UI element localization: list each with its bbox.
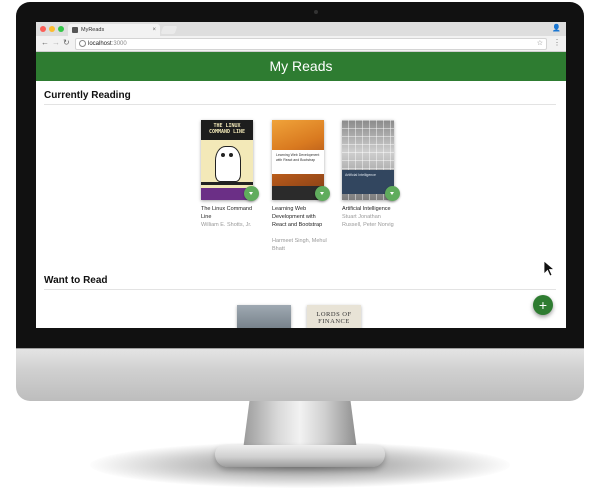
cover-illustration — [215, 146, 241, 182]
tab-close-icon[interactable]: × — [152, 25, 156, 35]
browser-window: MyReads × 👤 ← → ↻ localhost:3000 ☆ ⋮ My … — [36, 22, 566, 328]
reload-icon[interactable]: ↻ — [63, 38, 70, 48]
shelf-changer-button[interactable] — [385, 186, 400, 201]
webcam-icon — [314, 10, 318, 14]
monitor-chin — [16, 348, 584, 401]
tab-title: MyReads — [81, 27, 105, 33]
shelf-title-currently-reading: Currently Reading — [44, 90, 131, 101]
window-minimize-button[interactable] — [49, 26, 55, 32]
profile-icon[interactable]: 👤 — [552, 25, 561, 33]
shelf-divider — [44, 289, 556, 290]
new-tab-button[interactable] — [160, 26, 178, 34]
book-authors: Harmeet Singh, Mehul Bhatt — [272, 238, 327, 252]
info-icon[interactable] — [79, 40, 86, 47]
book-cover[interactable]: LORDS OF FINANCE — [307, 305, 361, 328]
mouse-pointer-icon — [543, 260, 556, 277]
monitor-stand-base — [215, 445, 385, 467]
app-header: My Reads — [36, 52, 566, 81]
page-title: My Reads — [269, 58, 333, 74]
shelf-changer-button[interactable] — [244, 186, 259, 201]
bookmark-star-icon[interactable]: ☆ — [537, 39, 543, 49]
url-host: localhost — [88, 41, 112, 47]
shelf-changer-button[interactable] — [315, 186, 330, 201]
book-title: The Linux Command Line — [201, 206, 253, 220]
cover-band — [201, 182, 253, 185]
book-title: Learning Web Development with React and … — [272, 206, 323, 228]
book-authors: William E. Shotts, Jr. — [201, 222, 252, 228]
url-port: :3000 — [111, 41, 127, 47]
cover-title-text: Learning Web Development with React and … — [276, 153, 320, 162]
cover-title-text: LORDS OF FINANCE — [316, 311, 352, 325]
window-zoom-button[interactable] — [58, 26, 64, 32]
book-cover[interactable] — [237, 305, 291, 328]
cover-title-text: Artificial Intelligence — [345, 173, 376, 177]
add-book-button[interactable]: + — [533, 295, 553, 315]
myreads-page: My Reads Currently Reading THE LINUX COM… — [36, 52, 566, 328]
browser-tab-myreads[interactable]: MyReads × — [68, 24, 160, 36]
address-bar[interactable]: localhost:3000 ☆ — [75, 38, 547, 50]
browser-menu-icon[interactable]: ⋮ — [553, 38, 561, 48]
book-authors: Stuart Jonathan Russell, Peter Norvig — [342, 214, 394, 228]
monitor-stand-neck — [243, 398, 357, 450]
shelf-divider — [44, 104, 556, 105]
window-close-button[interactable] — [40, 26, 46, 32]
browser-toolbar: ← → ↻ localhost:3000 ☆ ⋮ — [36, 36, 566, 52]
forward-arrow-icon[interactable]: → — [52, 38, 60, 48]
address-url: localhost:3000 — [88, 39, 127, 49]
shelf-title-want-to-read: Want to Read — [44, 275, 108, 286]
book-title: Artificial Intelligence — [342, 206, 391, 212]
browser-tab-bar: MyReads × 👤 — [36, 22, 566, 36]
back-arrow-icon[interactable]: ← — [41, 38, 49, 48]
favicon-icon — [72, 27, 78, 33]
cover-title-text: THE LINUX COMMAND LINE — [208, 123, 246, 135]
